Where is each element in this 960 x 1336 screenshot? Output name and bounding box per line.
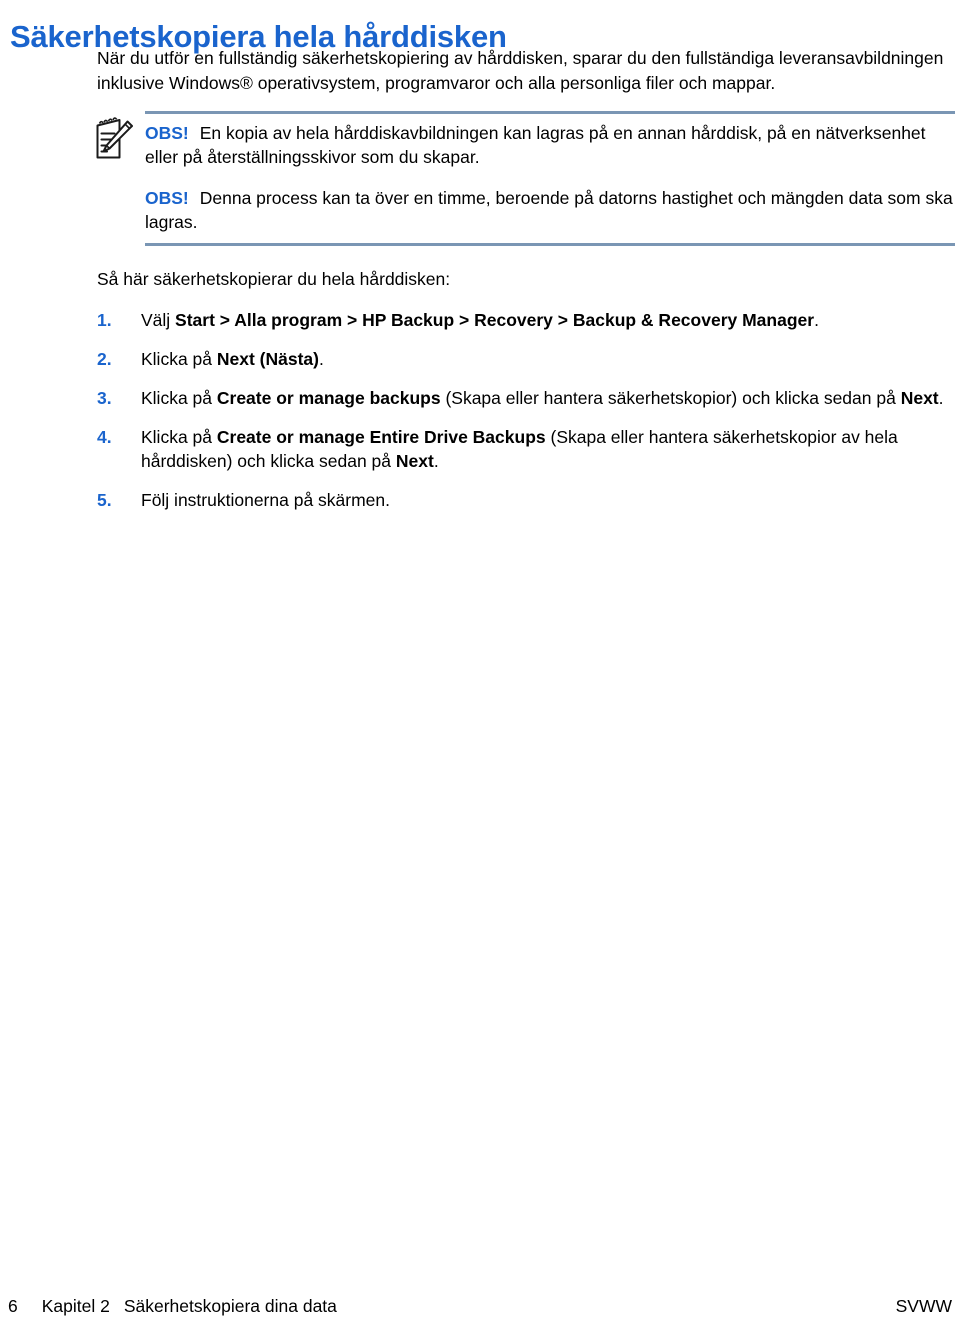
step-text: Följ instruktionerna på skärmen. (141, 490, 390, 510)
step-number: 5. (97, 490, 112, 510)
step-number: 2. (97, 349, 112, 369)
note-label-2: OBS! (145, 188, 189, 208)
note-paragraph-1: OBS! En kopia av hela hårddiskavbildninge… (145, 121, 955, 169)
footer-right-label: SVWW (895, 1296, 952, 1316)
step-text-plain: . (319, 349, 324, 369)
footer-chapter: Kapitel 2 (41, 1296, 110, 1316)
note-paragraph-2: OBS! Denna process kan ta över en timme, … (145, 186, 955, 234)
footer-chapter-title: Säkerhetskopiera dina data (123, 1296, 337, 1316)
step-text-strong: Create or manage backups (216, 388, 441, 408)
footer-page-number: 6 (8, 1296, 18, 1316)
steps-list: 1. Välj Start > Alla program > HP Backup … (0, 308, 960, 512)
note-body: OBS! En kopia av hela hårddiskavbildninge… (96, 114, 960, 243)
step-text-plain: Klicka på (141, 349, 217, 369)
page-footer: 6 Kapitel 2 Säkerhetskopiera dina data SVW… (0, 1296, 960, 1318)
step-text-strong: Next (Nästa) (216, 349, 319, 369)
step-number: 3. (97, 388, 112, 408)
step-text: Klicka på Create or manage backups (Skap… (141, 388, 944, 408)
step-item: 5. Följ instruktionerna på skärmen. (97, 488, 955, 512)
note-rule-bottom (145, 243, 955, 246)
intro-paragraph: När du utför en fullständig säkerhetskop… (97, 48, 944, 93)
note-text-2: Denna process kan ta över en timme, bero… (145, 188, 953, 232)
page-content: När du utför en fullständig säkerhetskop… (0, 46, 960, 512)
step-text-strong: Start > Alla program > HP Backup > Recov… (175, 310, 815, 330)
note-label-1: OBS! (145, 123, 189, 143)
step-item: 2. Klicka på Next (Nästa). (97, 347, 955, 371)
step-text-plain: Klicka på (141, 388, 217, 408)
step-text-strong: Next (395, 451, 434, 471)
step-text-plain: (Skapa eller hantera säkerhetskopior) oc… (440, 388, 901, 408)
note-block: OBS! En kopia av hela hårddiskavbildninge… (0, 111, 960, 246)
note-text-1: En kopia av hela hårddiskavbildningen ka… (145, 123, 926, 167)
step-text: Välj Start > Alla program > HP Backup > … (141, 310, 819, 330)
step-number: 1. (97, 310, 112, 330)
step-text-plain: Klicka på (141, 427, 217, 447)
step-text-plain: . (938, 388, 944, 408)
step-item: 3. Klicka på Create or manage backups (Sk… (97, 386, 955, 410)
step-item: 4. Klicka på Create or manage Entire Driv… (97, 425, 955, 473)
footer-left: 6 Kapitel 2 Säkerhetskopiera dina data (8, 1296, 337, 1317)
step-number: 4. (97, 427, 112, 447)
note-pencil-icon (89, 116, 137, 164)
step-text-plain: . (814, 310, 819, 330)
step-text-plain: Följ instruktionerna på skärmen. (141, 490, 390, 510)
step-text-plain: Välj (141, 310, 176, 330)
step-text: Klicka på Next (Nästa). (141, 349, 324, 369)
step-text: Klicka på Create or manage Entire Drive … (141, 427, 898, 471)
step-text-strong: Next (900, 388, 939, 408)
lead-in-text: Så här säkerhetskopierar du hela hårddis… (97, 269, 451, 289)
step-text-plain: . (433, 451, 439, 471)
step-text-strong: Create or manage Entire Drive Backups (216, 427, 546, 447)
step-item: 1. Välj Start > Alla program > HP Backup … (97, 308, 955, 332)
document-page: Säkerhetskopiera hela hårddisken När du … (0, 0, 960, 1336)
